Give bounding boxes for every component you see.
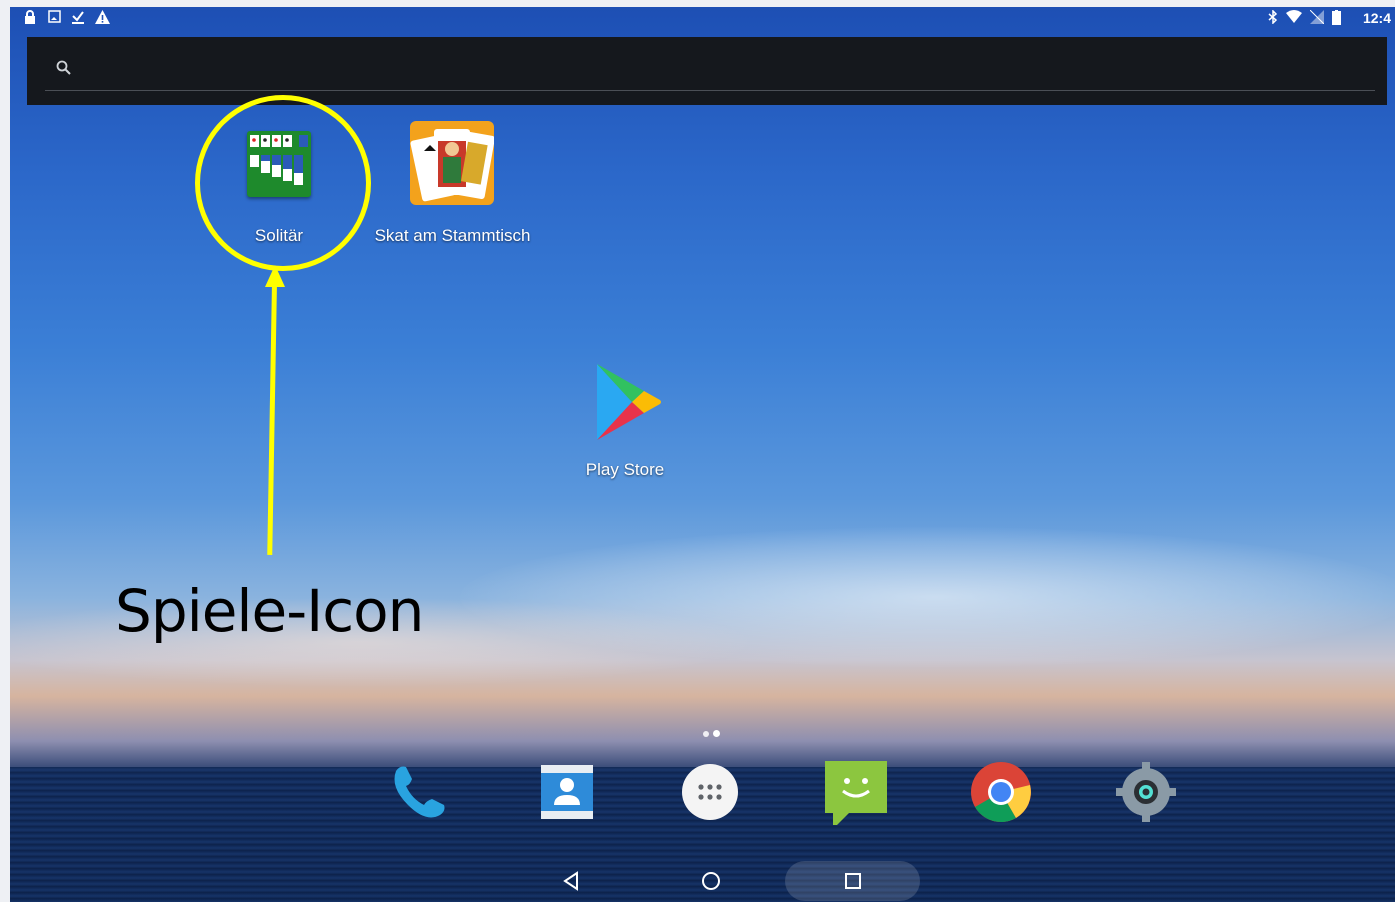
lock-icon <box>24 10 36 27</box>
battery-icon <box>1332 10 1341 28</box>
app-label-skat: Skat am Stammtisch <box>374 226 531 245</box>
back-icon[interactable] <box>557 867 585 895</box>
annotation-callout: Spiele-Icon <box>115 577 424 645</box>
skat-cards-icon[interactable] <box>410 121 495 205</box>
highlight-circle <box>195 95 371 271</box>
bluetooth-icon <box>1268 9 1278 27</box>
download-done-icon <box>71 10 85 27</box>
annotation-arrow-head <box>265 265 285 287</box>
app-label-play-store: Play Store <box>585 460 665 479</box>
play-store-icon[interactable] <box>592 362 662 442</box>
navigation-bar <box>10 855 1395 902</box>
home-icon[interactable] <box>697 867 725 895</box>
wifi-icon <box>1286 10 1302 27</box>
warning-icon <box>95 10 110 27</box>
messaging-icon[interactable] <box>823 759 889 829</box>
annotation-arrow-shaft <box>267 281 277 556</box>
contacts-icon[interactable] <box>534 759 600 825</box>
image-icon <box>48 10 61 26</box>
app-drawer-icon[interactable] <box>677 759 743 825</box>
no-sim-icon <box>1309 9 1325 27</box>
recents-icon[interactable] <box>839 867 867 895</box>
chrome-icon[interactable] <box>968 759 1034 825</box>
page-dot-active <box>713 730 720 737</box>
status-clock: 12:4 <box>1362 10 1391 26</box>
google-search-bar[interactable] <box>27 37 1387 105</box>
page-dot <box>703 731 709 737</box>
phone-icon[interactable] <box>386 759 452 825</box>
settings-icon[interactable] <box>1113 759 1179 825</box>
search-underline <box>45 90 1375 91</box>
status-bar: 12:4 <box>10 7 1395 31</box>
home-screen: 12:4 Solitär Skat am Stammtisch Play Sto… <box>10 7 1395 902</box>
page-indicator <box>701 728 725 738</box>
search-icon[interactable] <box>56 60 71 75</box>
